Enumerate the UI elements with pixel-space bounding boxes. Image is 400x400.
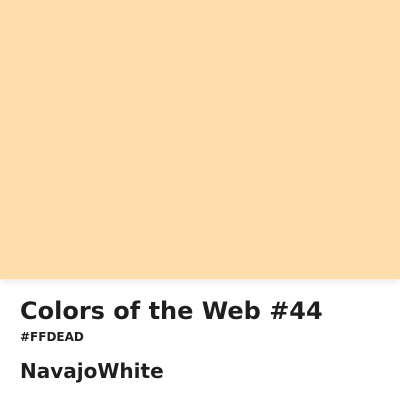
hex-code: #FFDEAD (20, 330, 84, 344)
card-title: Colors of the Web #44 (20, 297, 323, 325)
color-card: Colors of the Web #44 #FFDEAD NavajoWhit… (0, 0, 400, 400)
color-name: NavajoWhite (20, 359, 164, 383)
color-swatch (0, 0, 400, 279)
